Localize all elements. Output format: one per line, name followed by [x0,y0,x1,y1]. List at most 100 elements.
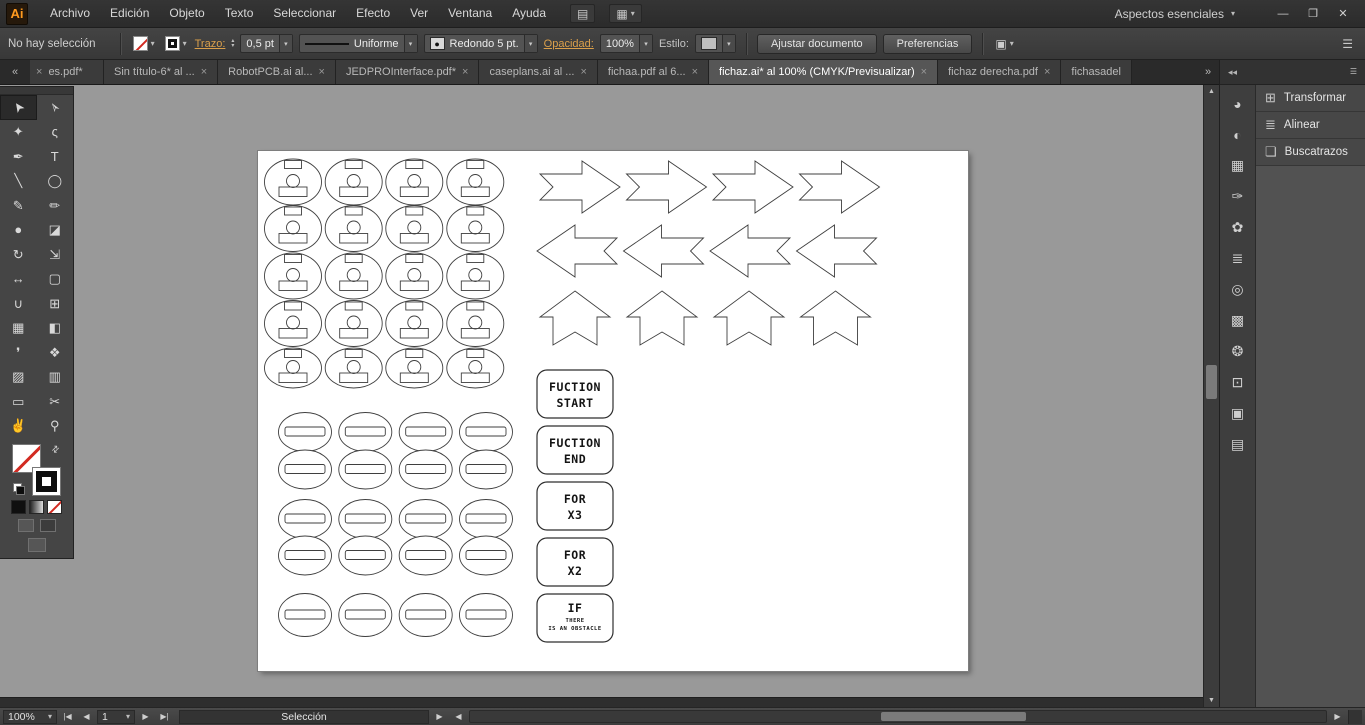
label-piece[interactable]: FOR X3 [536,481,614,531]
tab-close-icon[interactable]: × [921,66,927,78]
horizontal-scrollbar-thumb[interactable] [880,712,1026,721]
opacity-select[interactable]: 100% ▾ [599,34,653,53]
left-arrow-shape[interactable] [536,224,619,278]
connector-piece[interactable] [264,252,322,300]
preferences-button[interactable]: Preferencias [882,33,973,54]
opacity-panel-link[interactable]: Opacidad: [544,38,594,50]
zoom-level-select[interactable]: 100% ▾ [3,709,57,724]
hscroll-left-icon[interactable]: ◀ [450,712,467,721]
connector-piece[interactable] [385,347,444,389]
gradient-panel-icon[interactable]: ◎ [1226,279,1250,300]
gradient-button[interactable] [29,500,44,514]
slot-piece[interactable] [338,499,393,539]
stroke-panel-link[interactable]: Trazo: [195,38,226,50]
brushes-panel-icon[interactable]: ✑ [1226,186,1250,207]
slot-piece[interactable] [278,412,332,452]
type-tool[interactable]: T [37,144,74,169]
menu-texto[interactable]: Texto [215,0,264,27]
connector-piece[interactable] [324,252,383,300]
connector-piece[interactable] [385,252,444,300]
up-arrow-shape[interactable] [712,290,786,346]
perspective-grid-tool[interactable]: ⊞ [37,291,74,316]
appearance-panel-icon[interactable]: ❂ [1226,341,1250,362]
color-panel-icon[interactable]: ◕ [1226,93,1250,114]
label-piece[interactable]: FOR X2 [536,537,614,587]
connector-piece[interactable] [446,252,505,300]
graphic-style-select[interactable]: ▾ [694,34,736,53]
connector-piece[interactable] [264,205,322,252]
color-guide-panel-icon[interactable]: ◐ [1226,124,1250,145]
scale-tool[interactable]: ⇲ [37,242,74,267]
connector-piece[interactable] [385,300,444,347]
draw-normal-mode-button[interactable] [17,519,34,532]
arrange-documents-button[interactable]: ▦ ▾ [609,4,642,23]
paintbrush-tool[interactable]: ✎ [0,193,37,218]
document-tab[interactable]: fichaz derecha.pdf × [938,60,1062,84]
stroke-width-select[interactable]: 0,5 pt ▾ [240,34,293,53]
document-tab[interactable]: fichaa.pdf al 6... × [597,60,710,84]
connector-piece[interactable] [446,205,505,252]
menu-edicion[interactable]: Edición [100,0,159,27]
connector-piece[interactable] [324,347,383,389]
menu-objeto[interactable]: Objeto [159,0,214,27]
blob-brush-tool[interactable]: ● [0,218,37,243]
document-tab[interactable]: RobotPCB.ai al... × [218,60,336,84]
slot-piece[interactable] [278,593,332,637]
direct-selection-tool[interactable]: ➢ [37,95,74,120]
menu-ver[interactable]: Ver [400,0,438,27]
hand-tool[interactable]: ✌ [0,414,37,439]
fill-color-control[interactable]: ▾ [131,35,157,52]
connector-piece[interactable] [385,205,444,252]
tab-close-icon[interactable]: × [201,66,207,78]
vertical-scrollbar-thumb[interactable] [1206,365,1217,399]
menu-efecto[interactable]: Efecto [346,0,400,27]
left-arrow-shape[interactable] [795,224,878,278]
shape-builder-tool[interactable]: ∪ [0,291,37,316]
fit-document-button[interactable]: Ajustar documento [756,33,877,54]
control-panel-menu-icon[interactable]: ☰ [1342,37,1353,51]
right-arrow-shape[interactable] [711,160,794,214]
width-tool[interactable]: ↔ [0,267,37,292]
transform-panel-button[interactable]: ⊞ Transformar [1256,85,1365,112]
slot-piece[interactable] [459,535,513,576]
previous-artboard-button[interactable]: ◀ [78,712,95,721]
up-arrow-shape[interactable] [538,290,612,346]
right-arrow-shape[interactable] [798,160,881,214]
minimize-button[interactable]: — [1269,4,1297,24]
slot-piece[interactable] [338,449,393,490]
document-tab[interactable]: × es.pdf* [30,60,104,84]
left-arrow-shape[interactable] [709,224,792,278]
slot-piece[interactable] [338,535,393,576]
brush-definition-select[interactable]: ● Redondo 5 pt. ▾ [423,34,538,53]
slot-piece[interactable] [398,593,453,637]
color-button[interactable] [11,500,26,514]
dock-menu-icon[interactable]: ☰ [1350,68,1357,76]
tab-close-icon[interactable]: × [319,66,325,78]
slot-piece[interactable] [459,412,513,452]
mesh-tool[interactable]: ▦ [0,316,37,341]
pathfinder-panel-button[interactable]: ❏ Buscatrazos [1256,139,1365,166]
label-piece[interactable]: FUCTION START [536,369,614,419]
draw-behind-mode-button[interactable] [39,519,56,532]
swatches-panel-icon[interactable]: ▦ [1226,155,1250,176]
label-piece[interactable]: IF THERE IS AN OBSTACLE [536,593,614,643]
transparency-panel-icon[interactable]: ▩ [1226,310,1250,331]
connector-piece[interactable] [385,158,444,206]
symbol-sprayer-tool[interactable]: ▨ [0,365,37,390]
menu-seleccionar[interactable]: Seleccionar [263,0,346,27]
tab-overflow-icon[interactable]: » [1197,60,1219,84]
connector-piece[interactable] [264,300,322,347]
right-arrow-shape[interactable] [538,160,621,214]
slot-piece[interactable] [338,593,393,637]
workspace-switcher[interactable]: Aspectos esenciales ▾ [1115,7,1235,21]
symbols-panel-icon[interactable]: ✿ [1226,217,1250,238]
tab-close-icon[interactable]: × [36,66,42,78]
connector-piece[interactable] [264,347,322,389]
slot-piece[interactable] [459,593,513,637]
next-artboard-button[interactable]: ▶ [137,712,154,721]
selection-tool[interactable]: ➤ [0,95,37,120]
slot-piece[interactable] [278,535,332,576]
horizontal-scrollbar[interactable] [469,710,1327,723]
ellipse-tool[interactable]: ◯ [37,169,74,194]
column-graph-tool[interactable]: ▥ [37,365,74,390]
